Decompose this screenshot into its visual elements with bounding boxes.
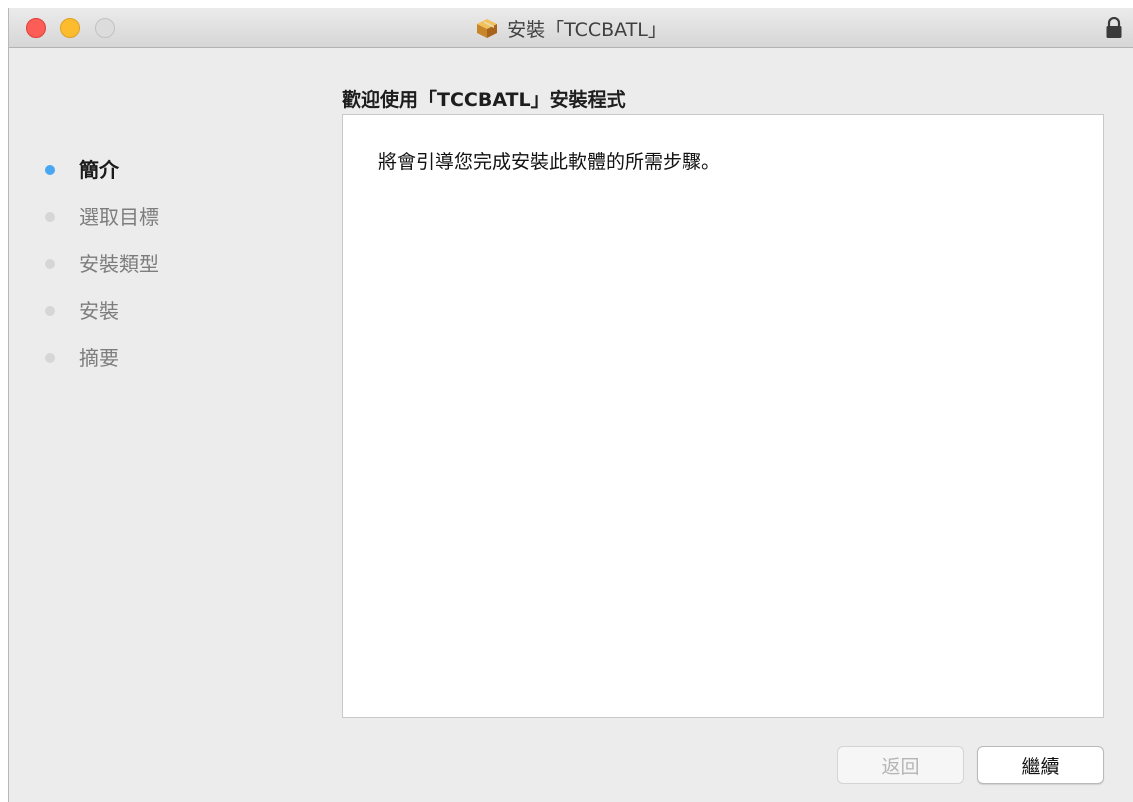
package-icon [475, 16, 499, 40]
step-indicator-dot [45, 259, 55, 269]
title-bar[interactable]: 安裝「TCCBATL」 [9, 8, 1133, 48]
step-label: 摘要 [79, 346, 119, 370]
step-install: 安裝 [45, 297, 159, 344]
content-panel: 將會引導您完成安裝此軟體的所需步驟。 [342, 114, 1104, 718]
installer-window: 安裝「TCCBATL」 簡介 選取目標 安裝類型 安裝 摘要 歡迎使用「TCCB… [8, 8, 1133, 802]
step-label: 簡介 [79, 158, 119, 182]
step-summary: 摘要 [45, 344, 159, 391]
step-destination: 選取目標 [45, 203, 159, 250]
step-indicator-dot [45, 165, 55, 175]
step-indicator-dot [45, 353, 55, 363]
step-indicator-dot [45, 306, 55, 316]
lock-icon [1105, 16, 1123, 39]
step-list: 簡介 選取目標 安裝類型 安裝 摘要 [45, 156, 159, 391]
step-label: 選取目標 [79, 205, 159, 229]
step-label: 安裝 [79, 299, 119, 323]
step-indicator-dot [45, 212, 55, 222]
continue-button[interactable]: 繼續 [977, 746, 1104, 784]
back-button[interactable]: 返回 [837, 746, 964, 784]
intro-text: 將會引導您完成安裝此軟體的所需步驟。 [378, 151, 721, 173]
window-title: 安裝「TCCBATL」 [507, 18, 667, 41]
step-installation-type: 安裝類型 [45, 250, 159, 297]
page-heading: 歡迎使用「TCCBATL」安裝程式 [342, 89, 626, 111]
window-title-container: 安裝「TCCBATL」 [9, 8, 1133, 48]
step-label: 安裝類型 [79, 252, 159, 276]
step-introduction: 簡介 [45, 156, 159, 203]
